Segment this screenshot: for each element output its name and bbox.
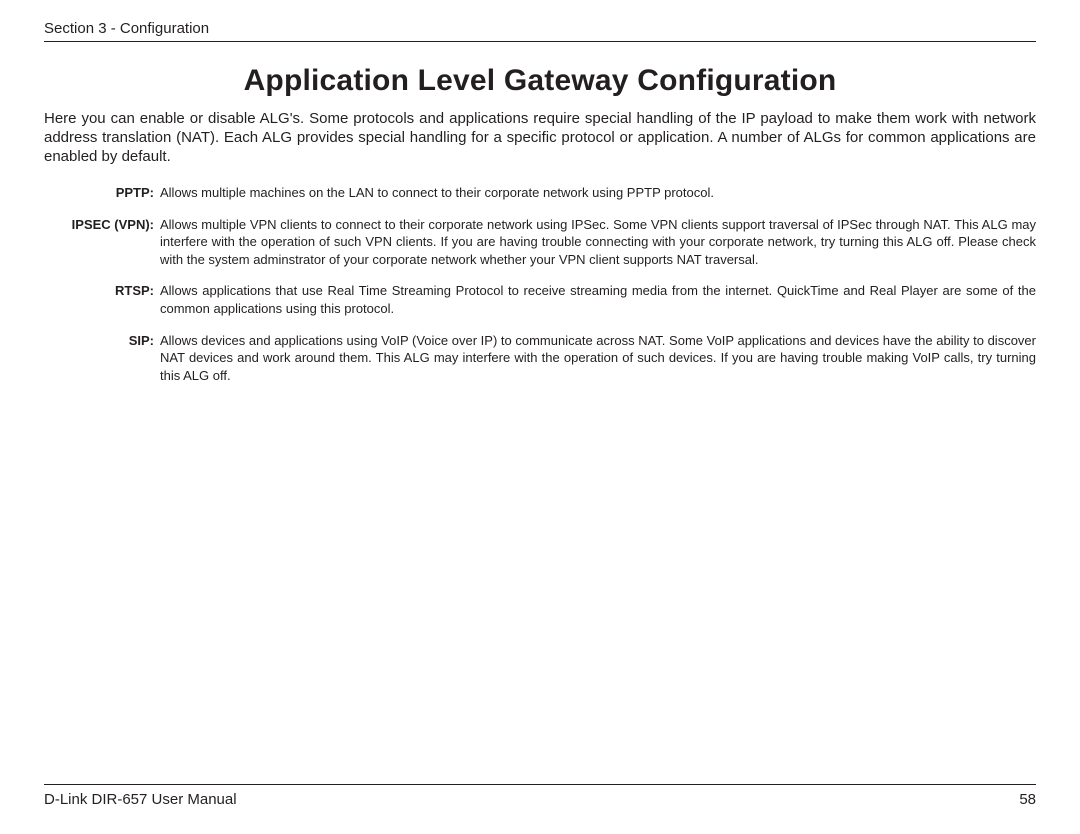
manual-page: Section 3 - Configuration Application Le… [0, 0, 1080, 834]
definition-description: Allows multiple VPN clients to connect t… [160, 216, 1036, 269]
definition-row: RTSP: Allows applications that use Real … [44, 282, 1036, 317]
definition-description: Allows applications that use Real Time S… [160, 282, 1036, 317]
definition-row: IPSEC (VPN): Allows multiple VPN clients… [44, 216, 1036, 269]
footer-manual-label: D-Link DIR-657 User Manual [44, 791, 237, 808]
definition-term: SIP: [44, 332, 160, 385]
definition-row: SIP: Allows devices and applications usi… [44, 332, 1036, 385]
page-footer: D-Link DIR-657 User Manual 58 [44, 784, 1036, 808]
intro-paragraph: Here you can enable or disable ALG's. So… [44, 110, 1036, 166]
definitions-list: PPTP: Allows multiple machines on the LA… [44, 184, 1036, 384]
definition-row: PPTP: Allows multiple machines on the LA… [44, 184, 1036, 202]
definition-term: IPSEC (VPN): [44, 216, 160, 269]
definition-term: RTSP: [44, 282, 160, 317]
page-title: Application Level Gateway Configuration [44, 64, 1036, 98]
section-header: Section 3 - Configuration [44, 20, 1036, 42]
definition-description: Allows devices and applications using Vo… [160, 332, 1036, 385]
definition-term: PPTP: [44, 184, 160, 202]
footer-page-number: 58 [1019, 791, 1036, 808]
definition-description: Allows multiple machines on the LAN to c… [160, 184, 1036, 202]
